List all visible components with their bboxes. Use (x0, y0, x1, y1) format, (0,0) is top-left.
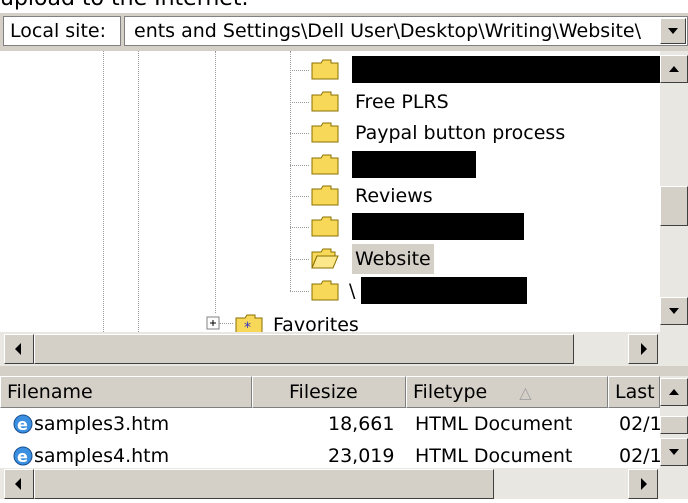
scroll-up-button[interactable] (660, 378, 688, 406)
tree-branch-line (290, 259, 309, 260)
arrow-left-icon (15, 343, 21, 355)
tree-branch-line (290, 102, 309, 103)
tree-item-label[interactable]: Free PLRS (352, 87, 452, 117)
arrow-up-icon (669, 389, 679, 395)
scroll-right-button[interactable] (628, 469, 658, 499)
folder-icon (311, 185, 339, 206)
svg-text:*: * (244, 320, 251, 332)
arrow-left-icon (15, 478, 21, 490)
scroll-thumb[interactable] (660, 416, 688, 434)
cropped-heading-text: upload to the Internet. (0, 0, 248, 11)
local-folder-tree[interactable]: Free PLRS Paypal button process Reviews … (0, 51, 688, 332)
scroll-down-button[interactable] (660, 297, 688, 325)
arrow-right-icon (641, 478, 647, 490)
folder-icon (311, 91, 339, 112)
file-list-vertical-scrollbar[interactable] (660, 376, 688, 468)
file-list[interactable]: e samples3.htm 18,661 HTML Document 02/1… (0, 408, 688, 468)
tree-item-label[interactable]: Paypal button process (352, 118, 568, 148)
local-site-bar: Local site: ents and Settings\Dell User\… (0, 13, 688, 51)
column-header-last-modified[interactable]: Last (608, 376, 660, 408)
scroll-thumb[interactable] (34, 334, 574, 364)
tree-branch-line (219, 323, 233, 324)
arrow-right-icon (641, 343, 647, 355)
tree-item-label[interactable]: Website (352, 244, 434, 274)
sort-indicator-icon: △ (519, 383, 532, 402)
redacted-label (361, 277, 527, 304)
scroll-down-button[interactable] (660, 438, 688, 466)
column-header-filetype[interactable]: Filetype △ (406, 376, 608, 408)
file-list-horizontal-scrollbar[interactable] (0, 468, 688, 499)
file-list-header: Filename Filesize Filetype △ Last (0, 376, 688, 408)
tree-vertical-scrollbar[interactable] (660, 51, 688, 332)
redacted-label (352, 213, 524, 240)
ie-document-icon: e (13, 446, 33, 466)
tree-branch-line (290, 291, 309, 292)
arrow-down-icon (668, 28, 678, 34)
tree-branch-line (290, 133, 309, 134)
local-site-path-value[interactable]: ents and Settings\Dell User\Desktop\Writ… (134, 17, 641, 45)
file-modified: 02/1 (619, 413, 662, 435)
scroll-up-button[interactable] (660, 55, 688, 83)
file-size: 23,019 (328, 445, 395, 467)
tree-item-label[interactable]: \ (349, 276, 355, 306)
tree-branch-line (290, 196, 309, 197)
column-header-filesize[interactable]: Filesize (252, 376, 406, 408)
arrow-down-icon (669, 308, 679, 314)
file-size: 18,661 (328, 413, 395, 435)
favorites-folder-icon: * (235, 314, 263, 332)
file-type: HTML Document (415, 413, 573, 435)
folder-icon (311, 122, 339, 143)
column-header-label: Filetype (413, 381, 488, 403)
scroll-thumb[interactable] (660, 186, 688, 226)
column-header-filename[interactable]: Filename (0, 376, 252, 408)
table-row[interactable]: e samples3.htm 18,661 HTML Document 02/1 (0, 409, 688, 439)
file-type: HTML Document (415, 445, 573, 467)
folder-icon (311, 280, 339, 301)
tree-guide-line (103, 51, 104, 332)
file-name[interactable]: samples4.htm (34, 441, 169, 468)
file-modified: 02/1 (619, 445, 662, 467)
ie-document-icon: e (13, 414, 33, 434)
svg-text:e: e (17, 415, 28, 434)
folder-icon (311, 154, 339, 175)
pane-splitter[interactable] (0, 366, 688, 376)
scroll-thumb[interactable] (34, 469, 494, 499)
folder-icon (311, 216, 339, 237)
tree-branch-line (290, 165, 309, 166)
redacted-label (352, 151, 476, 178)
scroll-left-button[interactable] (4, 469, 34, 499)
table-row[interactable]: e samples4.htm 23,019 HTML Document 02/1 (0, 441, 688, 468)
tree-item-label[interactable]: Reviews (352, 181, 436, 211)
local-site-path-combo[interactable]: ents and Settings\Dell User\Desktop\Writ… (124, 16, 688, 46)
tree-branch-line (290, 227, 309, 228)
svg-text:e: e (17, 447, 28, 466)
folder-icon (311, 59, 339, 80)
tree-guide-line (290, 51, 291, 291)
tree-guide-line (215, 51, 216, 313)
redacted-label (352, 56, 661, 83)
tree-branch-line (290, 70, 309, 71)
scroll-left-button[interactable] (4, 334, 34, 364)
tree-item-favorites-label[interactable]: Favorites (273, 310, 359, 332)
arrow-up-icon (669, 66, 679, 72)
local-site-label: Local site: (3, 16, 121, 46)
file-name[interactable]: samples3.htm (34, 409, 169, 439)
path-dropdown-button[interactable] (660, 18, 686, 44)
tree-horizontal-scrollbar[interactable] (0, 332, 688, 366)
arrow-down-icon (669, 449, 679, 455)
scroll-right-button[interactable] (628, 334, 658, 364)
open-folder-icon (311, 248, 339, 269)
tree-guide-line (138, 51, 139, 332)
